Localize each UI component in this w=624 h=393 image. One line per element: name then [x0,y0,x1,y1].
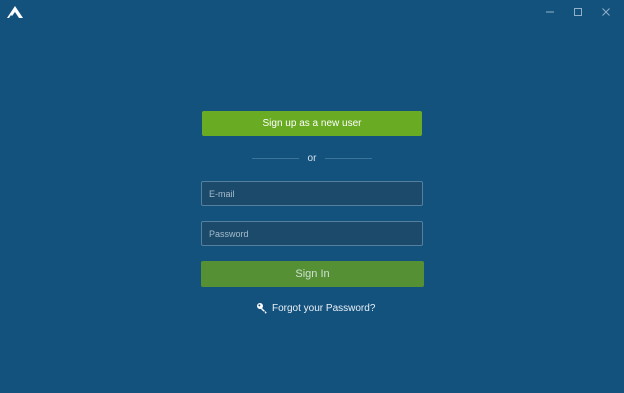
app-window: Sign up as a new user or Sign In Forgot … [0,0,624,393]
close-icon [602,8,610,16]
minimize-icon [546,11,554,13]
signup-button[interactable]: Sign up as a new user [202,111,422,136]
key-icon [257,303,267,314]
email-field[interactable] [201,181,423,206]
divider-line-left [252,157,299,159]
divider-text: or [307,152,317,164]
or-divider: or [252,151,372,165]
window-controls [536,3,620,21]
forgot-password-label: Forgot your Password? [272,302,376,314]
forgot-password-link[interactable]: Forgot your Password? [256,300,375,316]
signup-button-label: Sign up as a new user [262,118,362,129]
maximize-icon [574,8,582,16]
maximize-button[interactable] [564,3,592,21]
close-button[interactable] [592,3,620,21]
signin-button-label: Sign In [295,268,330,280]
minimize-button[interactable] [536,3,564,21]
divider-line-right [325,157,372,159]
password-field[interactable] [201,221,423,246]
nordvpn-logo-icon [7,6,23,18]
signin-button[interactable]: Sign In [201,261,424,287]
